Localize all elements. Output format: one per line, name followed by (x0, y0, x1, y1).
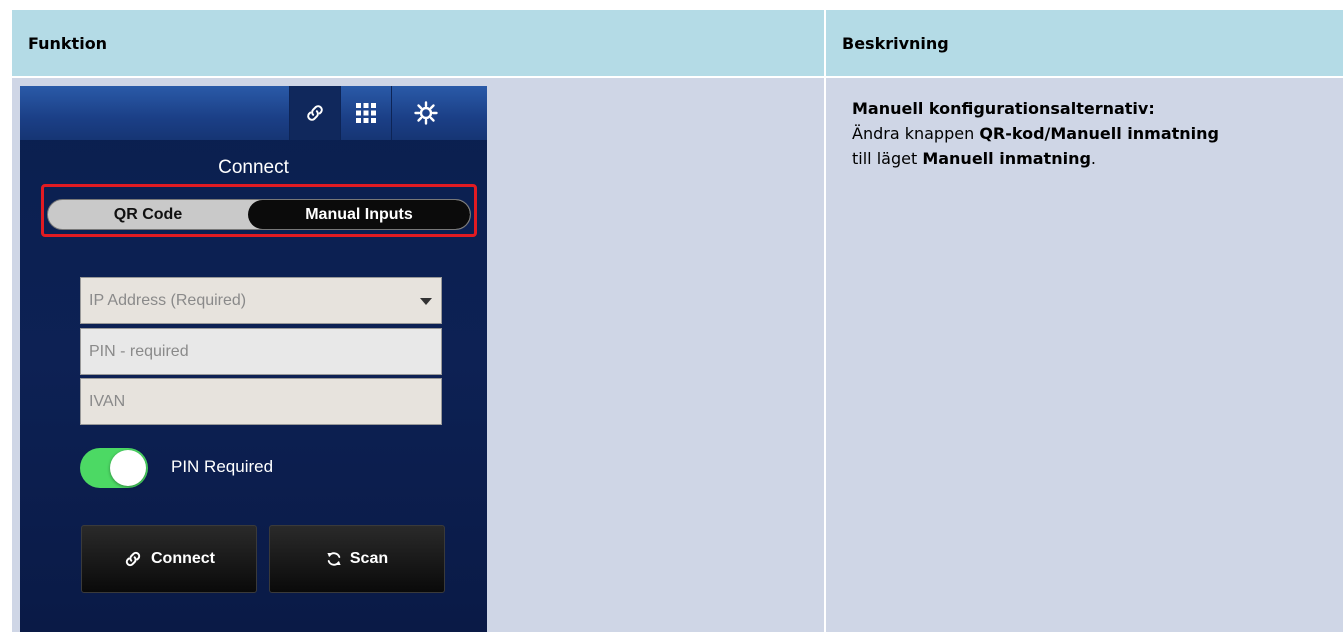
tab-keypad[interactable] (340, 86, 391, 140)
description-line2-bold: Manuell inmatning (922, 149, 1091, 168)
ip-address-field[interactable]: IP Address (Required) (80, 277, 442, 324)
scan-button-label: Scan (349, 550, 389, 567)
mode-segmented-control[interactable]: QR Code Manual Inputs (47, 199, 471, 230)
description-line1-pre: Ändra knappen (852, 124, 980, 143)
description-line2-pre: till läget (852, 149, 923, 168)
link-icon (307, 105, 323, 121)
app-top-bar (20, 86, 487, 140)
screen-title: Connect (218, 157, 289, 178)
scan-button[interactable]: Scan (269, 525, 445, 593)
description-text: Manuell konfigurationsalternativ: Ändra … (826, 78, 1343, 171)
link-icon (125, 551, 141, 567)
pin-placeholder: PIN - required (89, 342, 189, 360)
toggle-knob (110, 450, 146, 486)
description-line1-bold: QR-kod/Manuell inmatning (979, 124, 1219, 143)
refresh-icon (327, 552, 341, 566)
connect-button[interactable]: Connect (81, 525, 257, 593)
description-line2-post: . (1090, 149, 1097, 168)
description-heading: Manuell konfigurationsalternativ: (852, 99, 1155, 118)
header-funktion: Funktion (10, 8, 826, 78)
pin-required-label: PIN Required (171, 457, 274, 476)
ip-address-placeholder: IP Address (Required) (89, 291, 247, 309)
function-cell: Connect QR Code Manual Inputs IP Address… (10, 76, 826, 634)
ivan-placeholder: IVAN (89, 392, 126, 410)
header-beskrivning: Beskrivning (824, 8, 1343, 78)
description-cell: Manuell konfigurationsalternativ: Ändra … (824, 76, 1343, 634)
ivan-field[interactable]: IVAN (80, 378, 442, 425)
pin-required-toggle[interactable] (80, 448, 148, 488)
connect-button-label: Connect (151, 550, 215, 567)
grid-icon (356, 103, 376, 123)
segment-qr-code[interactable]: QR Code (48, 200, 248, 229)
function-table: Funktion Beskrivning Connect QR Code Man… (10, 8, 1343, 634)
segment-manual-inputs[interactable]: Manual Inputs (248, 200, 470, 229)
dropdown-caret-icon[interactable] (420, 298, 432, 305)
pin-field[interactable]: PIN - required (80, 328, 442, 375)
tab-connect[interactable] (289, 86, 340, 140)
gear-icon (414, 101, 438, 125)
tab-settings[interactable] (391, 86, 487, 140)
app-screenshot: Connect QR Code Manual Inputs IP Address… (20, 86, 487, 632)
